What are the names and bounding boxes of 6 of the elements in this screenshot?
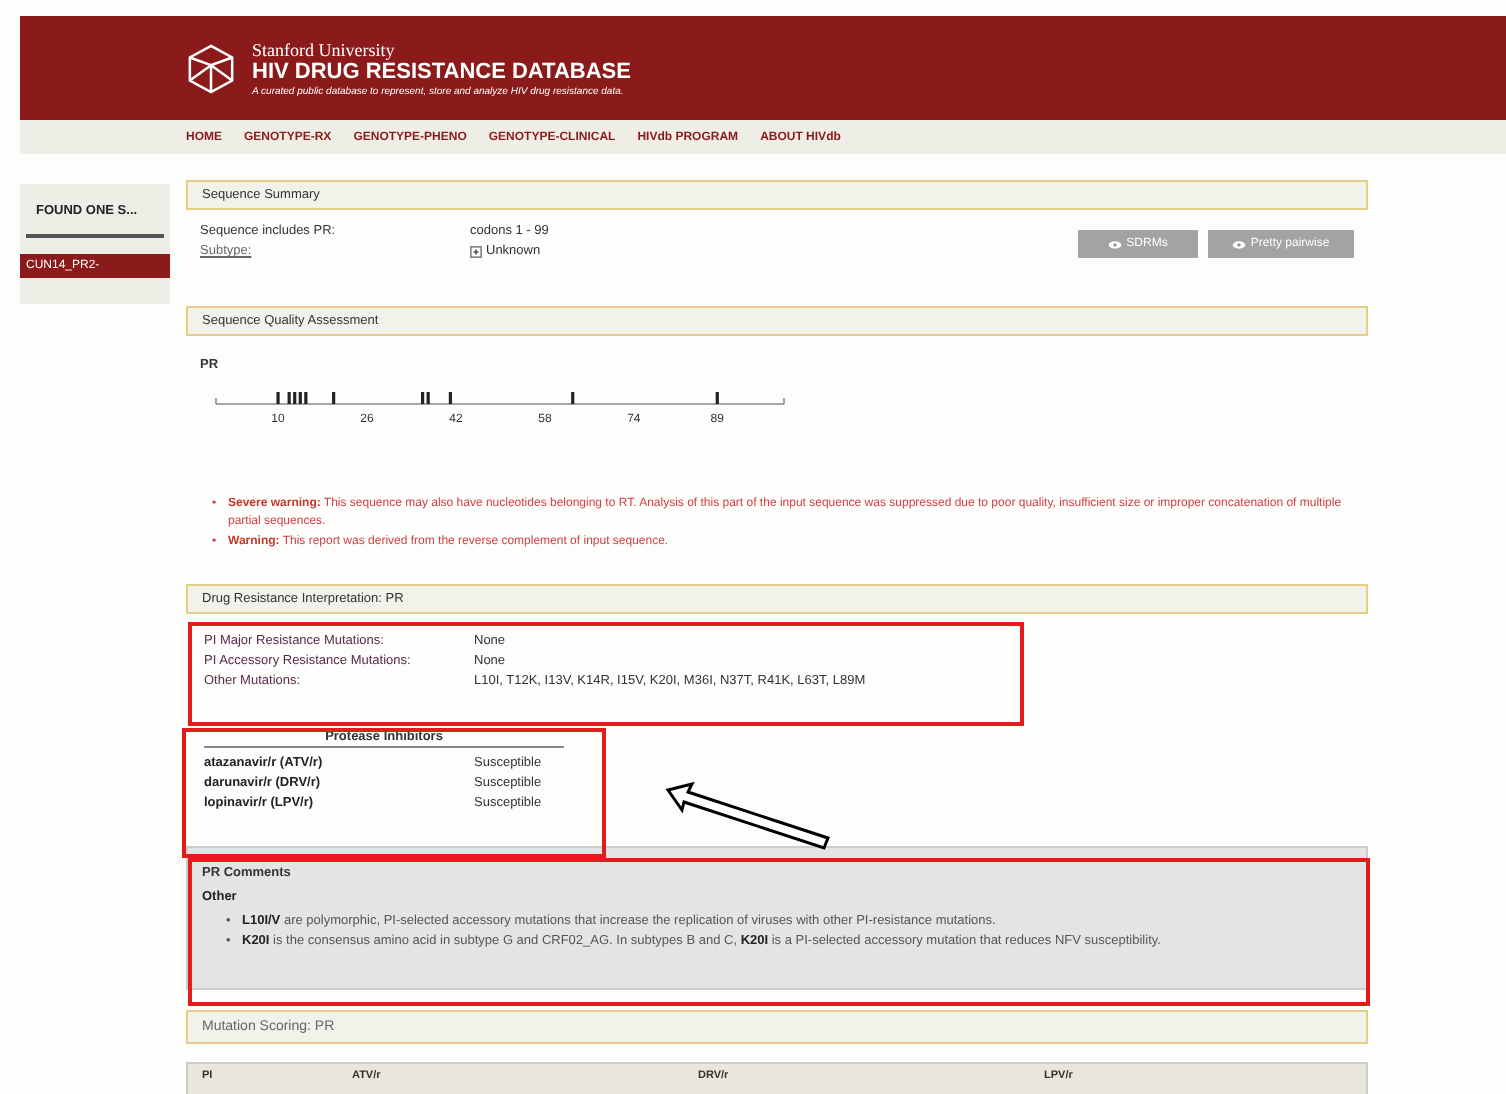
site-title: HIV DRUG RESISTANCE DATABASE	[252, 59, 631, 85]
expand-icon[interactable]	[470, 246, 482, 258]
logo-icon	[186, 43, 236, 93]
eye-icon	[1108, 239, 1123, 249]
university-name: Stanford University	[252, 39, 395, 59]
eye-icon	[1232, 239, 1247, 249]
